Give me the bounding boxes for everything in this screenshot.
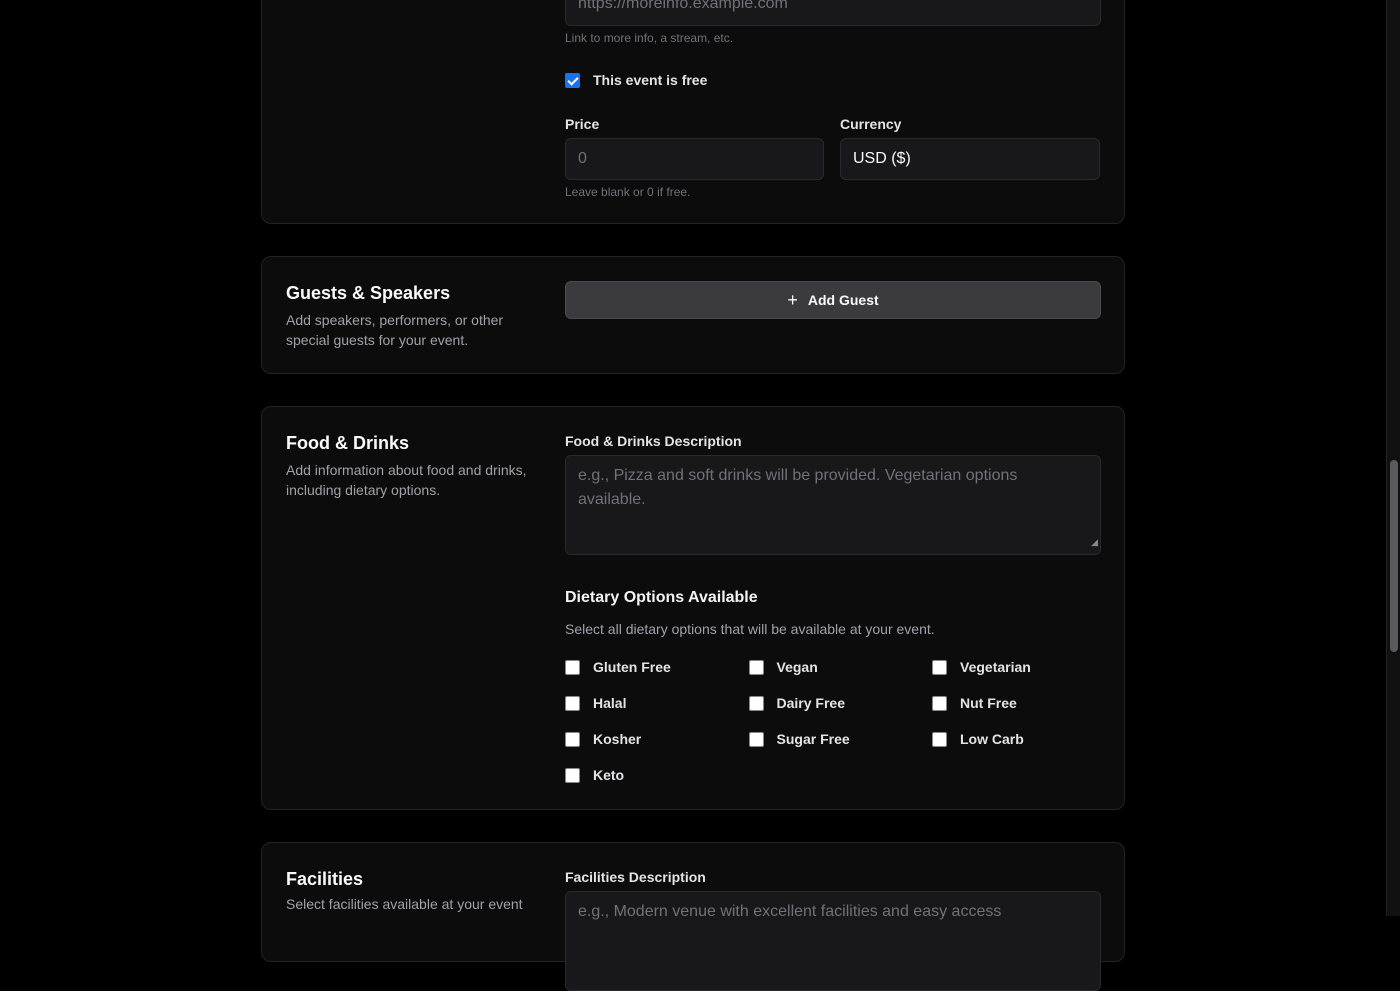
food-title: Food & Drinks (286, 433, 546, 454)
page: https://moreinfo.example.com Link to mor… (0, 0, 1386, 916)
link-placeholder: https://moreinfo.example.com (578, 0, 788, 13)
dietary-option-label: Vegetarian (960, 659, 1031, 675)
currency-label: Currency (840, 116, 1100, 132)
free-checkbox[interactable] (565, 73, 580, 88)
dietary-option[interactable]: Nut Free (932, 695, 1017, 711)
guests-description: Add speakers, performers, or other speci… (286, 310, 546, 350)
dietary-option[interactable]: Sugar Free (749, 731, 850, 747)
dietary-option[interactable]: Gluten Free (565, 659, 671, 675)
link-input[interactable]: https://moreinfo.example.com (565, 0, 1101, 26)
dietary-option-label: Halal (593, 695, 626, 711)
facilities-textarea[interactable]: e.g., Modern venue with excellent facili… (565, 891, 1101, 991)
scrollbar[interactable] (1386, 0, 1400, 916)
price-hint: Leave blank or 0 if free. (565, 185, 824, 199)
facilities-card: Facilities Select facilities available a… (261, 842, 1125, 962)
dietary-option-label: Vegan (777, 659, 818, 675)
price-label: Price (565, 116, 824, 132)
food-description: Add information about food and drinks, i… (286, 460, 546, 500)
dietary-option[interactable]: Dairy Free (749, 695, 845, 711)
dietary-option-label: Low Carb (960, 731, 1024, 747)
guests-card: Guests & Speakers Add speakers, performe… (261, 256, 1125, 374)
dietary-checkbox[interactable] (565, 660, 580, 675)
free-label: This event is free (593, 72, 707, 88)
dietary-checkbox[interactable] (565, 768, 580, 783)
add-guest-button[interactable]: + Add Guest (565, 281, 1101, 319)
dietary-checkbox[interactable] (565, 696, 580, 711)
dietary-hint: Select all dietary options that will be … (565, 621, 1101, 637)
dietary-checkbox[interactable] (565, 732, 580, 747)
dietary-checkbox[interactable] (932, 732, 947, 747)
dietary-option-label: Dairy Free (777, 695, 845, 711)
dietary-option[interactable]: Kosher (565, 731, 641, 747)
resize-handle-icon[interactable]: ◢ (1091, 530, 1098, 554)
price-placeholder: 0 (578, 150, 587, 168)
dietary-option-label: Nut Free (960, 695, 1017, 711)
currency-value: USD ($) (853, 150, 911, 168)
plus-icon: + (787, 290, 798, 311)
dietary-option[interactable]: Halal (565, 695, 626, 711)
event-details-card: https://moreinfo.example.com Link to mor… (261, 0, 1125, 224)
food-placeholder: e.g., Pizza and soft drinks will be prov… (578, 467, 1017, 508)
scrollbar-thumb[interactable] (1390, 460, 1398, 652)
free-checkbox-row[interactable]: This event is free (565, 72, 707, 88)
currency-select[interactable]: USD ($) (840, 138, 1100, 180)
facilities-description: Select facilities available at your even… (286, 894, 546, 914)
food-description-label: Food & Drinks Description (565, 433, 1101, 449)
dietary-checkbox[interactable] (932, 696, 947, 711)
dietary-option[interactable]: Keto (565, 767, 624, 783)
dietary-option-label: Kosher (593, 731, 641, 747)
food-description-textarea[interactable]: e.g., Pizza and soft drinks will be prov… (565, 455, 1101, 555)
dietary-option[interactable]: Vegan (749, 659, 818, 675)
dietary-checkbox[interactable] (749, 696, 764, 711)
facilities-description-label: Facilities Description (565, 869, 1101, 885)
link-hint: Link to more info, a stream, etc. (565, 31, 1101, 45)
guests-title: Guests & Speakers (286, 283, 546, 304)
dietary-options: Gluten Free Vegan Vegetarian Halal Dairy Fre… (565, 659, 1101, 789)
dietary-option[interactable]: Vegetarian (932, 659, 1031, 675)
add-guest-label: Add Guest (808, 292, 879, 308)
facilities-title: Facilities (286, 869, 546, 890)
dietary-checkbox[interactable] (749, 732, 764, 747)
dietary-checkbox[interactable] (932, 660, 947, 675)
dietary-option[interactable]: Low Carb (932, 731, 1024, 747)
price-input[interactable]: 0 (565, 138, 824, 180)
dietary-option-label: Keto (593, 767, 624, 783)
food-card: Food & Drinks Add information about food… (261, 406, 1125, 810)
dietary-checkbox[interactable] (749, 660, 764, 675)
dietary-title: Dietary Options Available (565, 589, 1101, 607)
facilities-placeholder: e.g., Modern venue with excellent facili… (578, 903, 1001, 920)
dietary-option-label: Sugar Free (777, 731, 850, 747)
dietary-option-label: Gluten Free (593, 659, 671, 675)
